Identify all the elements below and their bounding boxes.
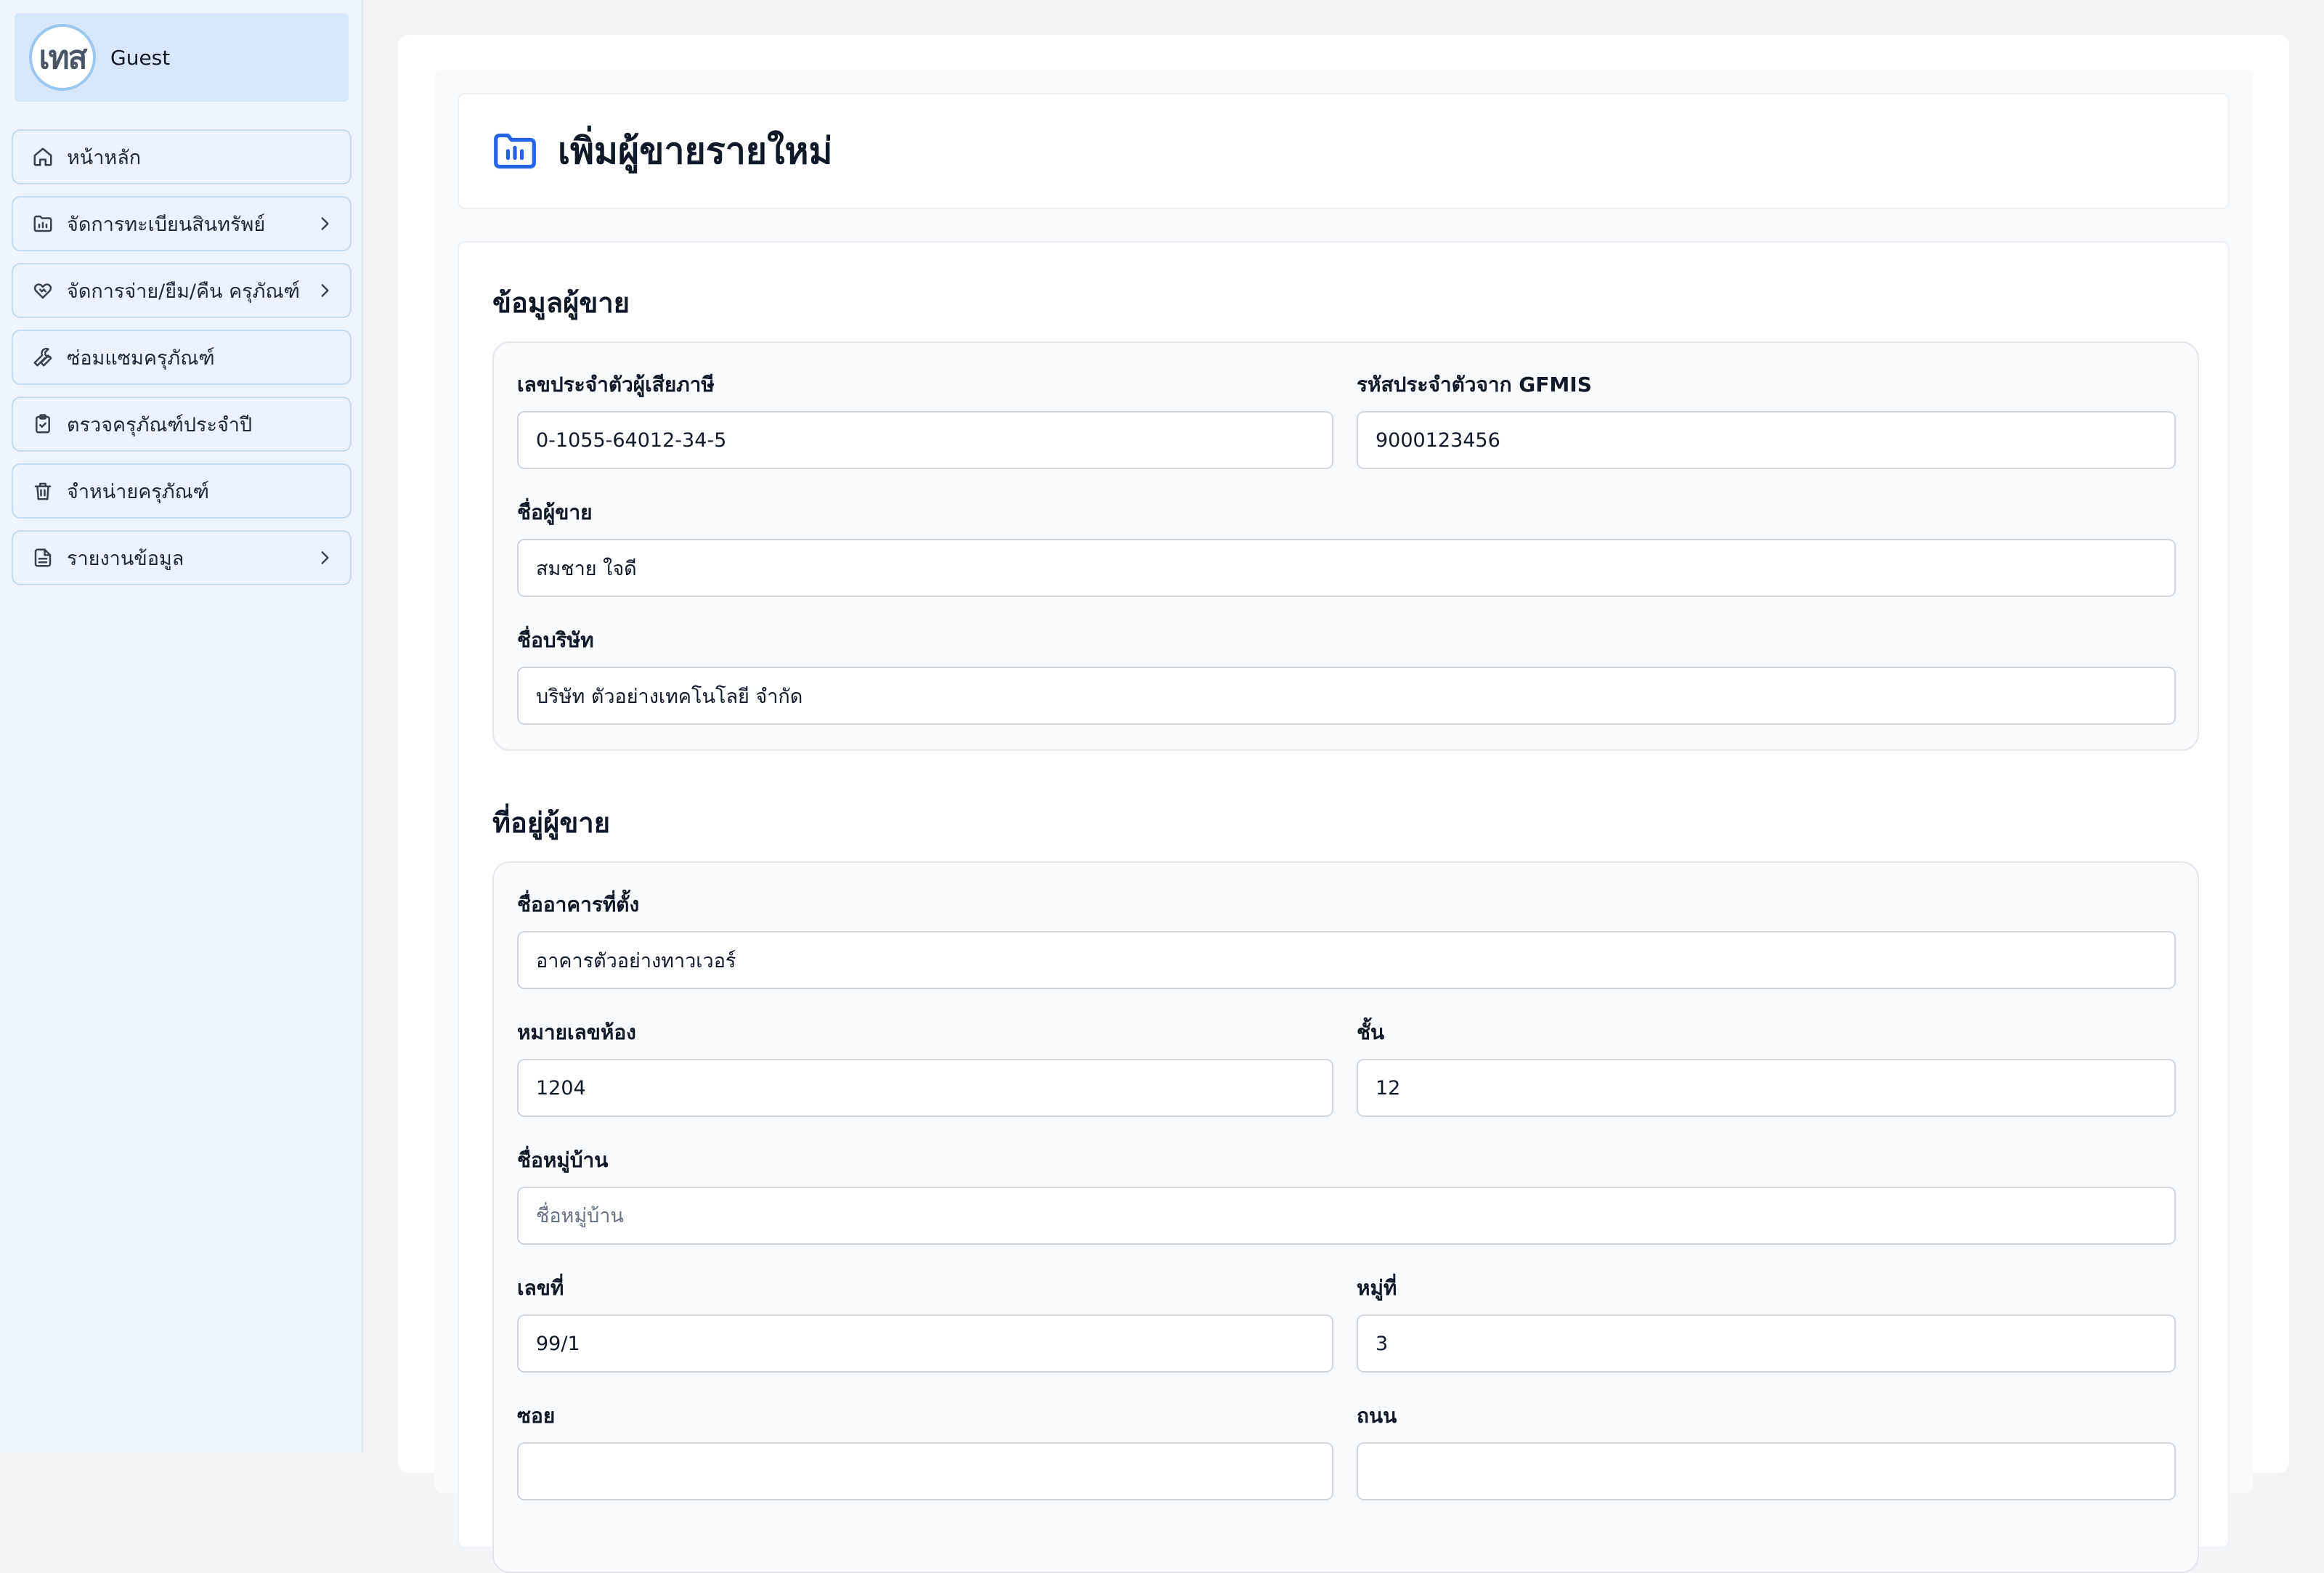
chevron-right-icon	[321, 284, 329, 297]
user-name: Guest	[110, 45, 171, 70]
road-label: ถนน	[1357, 1404, 1397, 1428]
sidebar-item-label: หน้าหลัก	[67, 146, 142, 169]
moo-input[interactable]	[1357, 1314, 2176, 1373]
trash-icon	[34, 482, 52, 500]
main-content: เพิ่มผู้ขายรายใหม่ ข้อมูลผู้ขาย เลขประจำ…	[398, 35, 2289, 1573]
home-icon	[33, 147, 52, 166]
village-label: ชื่อหมู่บ้าน	[517, 1148, 609, 1172]
soi-label: ซอย	[517, 1404, 556, 1428]
sidebar-item-borrow-return[interactable]: จัดการจ่าย/ยืม/คืน ครุภัณฑ์	[12, 263, 352, 318]
room-label: หมายเลขห้อง	[517, 1020, 636, 1044]
house-no-label: เลขที่	[517, 1276, 564, 1300]
vendor-form: ข้อมูลผู้ขาย เลขประจำตัวผู้เสียภาษี รหัส…	[458, 241, 2230, 1573]
chevron-right-icon	[321, 217, 329, 230]
house-no-input[interactable]	[517, 1314, 1333, 1373]
tax-id-input[interactable]	[517, 411, 1333, 469]
section-title-address: ที่อยู่ผู้ขาย	[492, 807, 610, 839]
tax-id-label: เลขประจำตัวผู้เสียภาษี	[517, 373, 715, 397]
floor-label: ชั้น	[1357, 1020, 1385, 1044]
user-profile-card[interactable]: เทส Guest	[15, 13, 349, 102]
clipboard-check-icon	[36, 414, 50, 434]
room-input[interactable]	[517, 1059, 1333, 1117]
wrench-icon	[33, 347, 52, 367]
sidebar-item-reports[interactable]: รายงานข้อมูล	[12, 530, 352, 585]
file-text-icon	[34, 548, 52, 567]
vendor-name-label: ชื่อผู้ขาย	[517, 500, 593, 524]
chevron-right-icon	[321, 551, 329, 564]
company-name-input[interactable]	[517, 667, 2176, 725]
vendor-name-input[interactable]	[517, 539, 2176, 597]
sidebar-item-label: จัดการจ่าย/ยืม/คืน ครุภัณฑ์	[67, 280, 300, 303]
soi-input[interactable]	[517, 1442, 1333, 1500]
moo-label: หมู่ที่	[1357, 1276, 1397, 1300]
section-title-vendor-info: ข้อมูลผู้ขาย	[492, 287, 630, 319]
village-input[interactable]	[517, 1187, 2176, 1245]
sidebar-item-label: รายงานข้อมูล	[67, 547, 184, 570]
floor-input[interactable]	[1357, 1059, 2176, 1117]
page-header: เพิ่มผู้ขายรายใหม่	[458, 93, 2230, 209]
sidebar-item-label: ซ่อมแซมครุภัณฑ์	[67, 346, 215, 370]
folder-chart-icon	[33, 215, 52, 232]
sidebar-item-asset-registry[interactable]: จัดการทะเบียนสินทรัพย์	[12, 196, 352, 251]
sidebar-item-repair[interactable]: ซ่อมแซมครุภัณฑ์	[12, 330, 352, 385]
building-label: ชื่ออาคารที่ตั้ง	[517, 893, 640, 916]
sidebar-item-disposal[interactable]: จำหน่ายครุภัณฑ์	[12, 463, 352, 519]
folder-chart-icon	[494, 133, 536, 169]
address-group: ชื่ออาคารที่ตั้ง หมายเลขห้อง ชั้น ชื่อหม…	[492, 861, 2199, 1573]
sidebar-item-label: ตรวจครุภัณฑ์ประจำปี	[67, 413, 253, 436]
road-input[interactable]	[1357, 1442, 2176, 1500]
gfmis-id-label: รหัสประจำตัวจาก GFMIS	[1357, 373, 1592, 397]
sidebar-item-label: จัดการทะเบียนสินทรัพย์	[67, 213, 266, 236]
company-name-label: ชื่อบริษัท	[517, 628, 594, 652]
sidebar-item-home[interactable]: หน้าหลัก	[12, 129, 352, 184]
sidebar-nav: หน้าหลัก จัดการทะเบียนสินทรัพย์ จัดการจ่…	[12, 129, 352, 597]
avatar-text: เทส	[38, 39, 88, 76]
sidebar: เทส Guest หน้าหลัก จัดการทะเบียนสินทรัพย…	[0, 0, 363, 1452]
content-wrapper: เพิ่มผู้ขายรายใหม่ ข้อมูลผู้ขาย เลขประจำ…	[434, 70, 2253, 1573]
handshake-icon	[33, 283, 52, 299]
building-input[interactable]	[517, 931, 2176, 989]
gfmis-id-input[interactable]	[1357, 411, 2176, 469]
avatar: เทส	[29, 24, 96, 91]
sidebar-item-label: จำหน่ายครุภัณฑ์	[67, 480, 210, 503]
vendor-info-group: เลขประจำตัวผู้เสียภาษี รหัสประจำตัวจาก G…	[492, 341, 2199, 751]
page-title: เพิ่มผู้ขายรายใหม่	[558, 129, 833, 172]
sidebar-item-annual-check[interactable]: ตรวจครุภัณฑ์ประจำปี	[12, 397, 352, 452]
